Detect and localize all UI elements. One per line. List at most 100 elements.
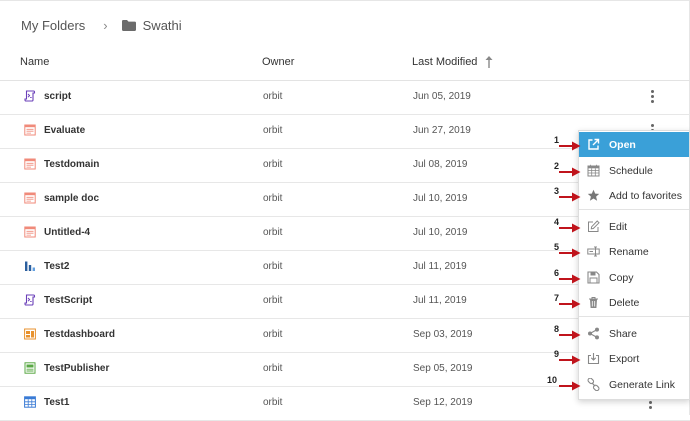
file-name-cell[interactable]: Evaluate — [24, 124, 85, 136]
file-browser: My Folders › Swathi Name Owner Last Modi… — [0, 0, 690, 421]
file-name-cell[interactable]: Test2 — [24, 260, 69, 272]
red-arrow-icon — [559, 327, 581, 340]
red-arrow-icon — [559, 378, 581, 391]
open-external-icon — [587, 138, 600, 151]
file-name-cell[interactable]: script — [24, 90, 71, 102]
menu-item-open[interactable]: Open — [579, 132, 689, 157]
menu-separator — [579, 316, 689, 317]
menu-item-label: Edit — [609, 220, 628, 233]
table-row[interactable]: script orbit Jun 05, 2019 — [0, 81, 690, 115]
menu-item-label: Share — [609, 327, 638, 340]
file-name-cell[interactable]: TestScript — [24, 294, 92, 306]
report-icon — [24, 192, 36, 204]
file-name-cell[interactable]: Test1 — [24, 396, 69, 408]
menu-item-generate-link[interactable]: Generate Link — [579, 372, 689, 397]
menu-item-label: Generate Link — [609, 378, 675, 391]
menu-item-edit[interactable]: Edit — [579, 214, 689, 239]
menu-item-copy[interactable]: Copy — [579, 265, 689, 290]
file-name: Evaluate — [44, 124, 86, 136]
file-name: Untitled-4 — [44, 226, 91, 238]
menu-item-add-to-favorites[interactable]: Add to favorites — [579, 183, 689, 208]
owner-cell: orbit — [263, 397, 283, 408]
menu-item-label: Add to favorites — [609, 189, 682, 202]
more-options-icon[interactable] — [648, 89, 656, 105]
column-header-owner[interactable]: Owner — [262, 56, 294, 68]
red-arrow-icon — [559, 271, 581, 284]
annotation-number: 4 — [553, 217, 559, 227]
breadcrumb-current-folder: Swathi — [142, 17, 182, 33]
menu-item-label: Export — [609, 352, 640, 365]
last-modified-cell: Sep 05, 2019 — [413, 363, 473, 374]
file-name: TestPublisher — [44, 362, 110, 374]
file-name: Testdomain — [44, 158, 100, 170]
menu-item-schedule[interactable]: Schedule — [579, 158, 689, 183]
report-icon — [24, 226, 36, 238]
file-name: Testdashboard — [44, 328, 115, 340]
edit-icon — [587, 220, 600, 233]
annotation-number: 9 — [553, 349, 559, 359]
column-header-last-modified-label: Last Modified — [412, 56, 478, 68]
export-icon — [587, 352, 600, 365]
copy-icon — [587, 271, 600, 284]
red-arrow-icon — [559, 245, 581, 258]
menu-item-rename[interactable]: Rename — [579, 239, 689, 264]
top-divider — [0, 0, 690, 1]
publisher-icon — [24, 362, 36, 374]
last-modified-cell: Jul 10, 2019 — [413, 193, 468, 204]
column-header-name[interactable]: Name — [20, 56, 49, 68]
last-modified-cell: Sep 12, 2019 — [413, 397, 473, 408]
file-name: sample doc — [44, 192, 100, 204]
file-name-cell[interactable]: Untitled-4 — [24, 226, 90, 238]
owner-cell: orbit — [263, 227, 283, 238]
sort-ascending-icon[interactable] — [485, 56, 493, 68]
menu-item-label: Rename — [609, 245, 649, 258]
breadcrumb: My Folders › Swathi — [21, 16, 182, 34]
annotation-number: 1 — [553, 135, 559, 145]
dashboard-icon — [24, 328, 36, 340]
menu-item-delete[interactable]: Delete — [579, 290, 689, 315]
script-icon — [24, 294, 36, 306]
file-name-cell[interactable]: TestPublisher — [24, 362, 109, 374]
annotation-number: 7 — [553, 293, 559, 303]
last-modified-cell: Jul 08, 2019 — [413, 159, 468, 170]
report-icon — [24, 158, 36, 170]
table-header: Name Owner Last Modified — [0, 46, 690, 81]
column-header-last-modified[interactable]: Last Modified — [412, 56, 493, 68]
annotation-number: 10 — [546, 375, 557, 385]
chart-icon — [24, 260, 36, 272]
share-icon — [587, 327, 600, 340]
breadcrumb-my-folders[interactable]: My Folders — [21, 18, 85, 33]
folder-icon — [121, 19, 136, 31]
red-arrow-icon — [559, 352, 581, 365]
owner-cell: orbit — [263, 363, 283, 374]
last-modified-cell: Jun 05, 2019 — [413, 91, 471, 102]
menu-item-share[interactable]: Share — [579, 321, 689, 346]
owner-cell: orbit — [263, 125, 283, 136]
file-name: script — [44, 90, 72, 102]
annotation-number: 5 — [553, 242, 559, 252]
menu-item-label: Delete — [609, 296, 640, 309]
red-arrow-icon — [559, 164, 581, 177]
breadcrumb-chevron-icon: › — [103, 17, 108, 33]
file-name-cell[interactable]: Testdomain — [24, 158, 99, 170]
link-icon — [587, 377, 600, 392]
owner-cell: orbit — [263, 193, 283, 204]
red-arrow-icon — [559, 296, 581, 309]
owner-cell: orbit — [263, 295, 283, 306]
owner-cell: orbit — [263, 91, 283, 102]
last-modified-cell: Jul 11, 2019 — [413, 261, 467, 272]
trash-icon — [587, 296, 600, 309]
file-name-cell[interactable]: Testdashboard — [24, 328, 115, 340]
menu-item-label: Schedule — [609, 164, 653, 177]
annotation-number: 8 — [553, 324, 559, 334]
owner-cell: orbit — [263, 261, 283, 272]
menu-item-export[interactable]: Export — [579, 346, 689, 371]
file-name-cell[interactable]: sample doc — [24, 192, 99, 204]
menu-item-label: Open — [609, 138, 636, 151]
annotation-number: 6 — [553, 268, 559, 278]
calendar-icon — [587, 164, 600, 177]
file-name: Test1 — [44, 396, 70, 408]
red-arrow-icon — [559, 138, 581, 151]
last-modified-cell: Jul 10, 2019 — [413, 227, 468, 238]
red-arrow-icon — [559, 189, 581, 202]
